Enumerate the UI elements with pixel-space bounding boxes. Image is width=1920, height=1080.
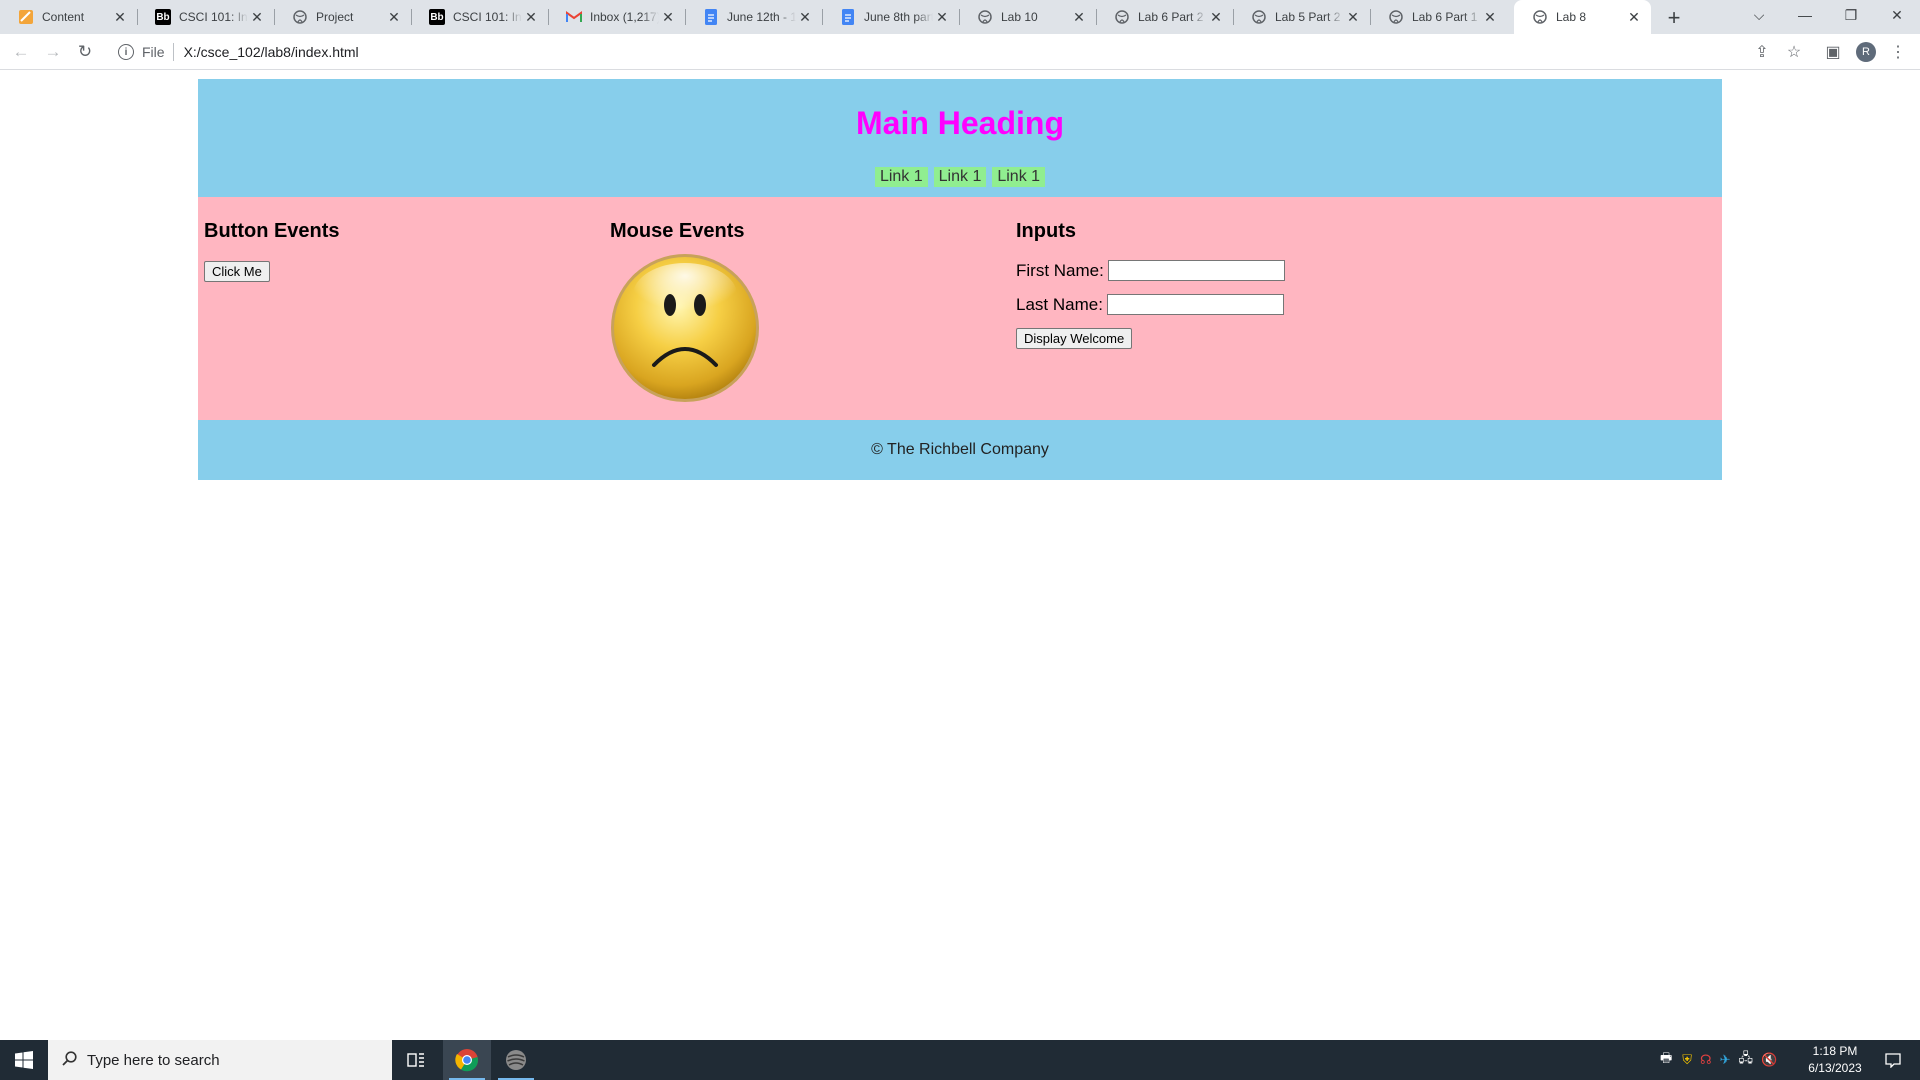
volume-muted-icon[interactable]: 🔇 <box>1761 1052 1777 1068</box>
shield-icon[interactable]: ⛨ <box>1682 1052 1692 1068</box>
new-tab-button[interactable]: + <box>1661 5 1687 31</box>
close-tab-icon[interactable]: ✕ <box>1625 8 1643 26</box>
taskbar-clock[interactable]: 1:18 PM 6/13/2023 <box>1800 1043 1870 1077</box>
address-bar[interactable]: i File X:/csce_102/lab8/index.html <box>108 37 1760 67</box>
system-tray: 🖶 ⛨ ☊ ✈ 🖧 🔇 <box>1660 1040 1785 1080</box>
close-tab-icon[interactable]: ✕ <box>659 8 677 26</box>
forward-button[interactable]: → <box>41 40 65 64</box>
nav-bar: Link 1 Link 1 Link 1 <box>874 167 1046 187</box>
content-icon <box>18 9 34 25</box>
globe-icon <box>1251 9 1267 25</box>
sad-face-icon[interactable] <box>610 253 760 408</box>
bookmark-star-icon[interactable]: ☆ <box>1782 40 1806 64</box>
info-icon[interactable]: i <box>118 44 134 60</box>
mouse-events-heading: Mouse Events <box>610 220 745 242</box>
page-container: Main Heading Link 1 Link 1 Link 1 Button… <box>198 79 1722 480</box>
close-tab-icon[interactable]: ✕ <box>385 8 403 26</box>
side-panel-icon[interactable]: ▣ <box>1821 40 1845 64</box>
globe-icon <box>1114 9 1130 25</box>
taskbar-search[interactable]: Type here to search <box>48 1040 392 1080</box>
button-events-heading: Button Events <box>204 220 340 242</box>
tab-search-icon[interactable]: ⌵ <box>1736 0 1782 30</box>
back-button[interactable]: ← <box>9 40 33 64</box>
profile-avatar[interactable]: R <box>1856 42 1876 62</box>
notifications-icon[interactable] <box>1870 1040 1916 1080</box>
globe-icon <box>1532 9 1548 25</box>
tab-june12[interactable]: June 12th - 12 ✕ <box>685 0 823 34</box>
tab-project[interactable]: Project ✕ <box>274 0 412 34</box>
first-name-label: First Name: <box>1016 260 1104 280</box>
docs-icon <box>703 9 719 25</box>
tab-lab10[interactable]: Lab 10 ✕ <box>959 0 1097 34</box>
close-tab-icon[interactable]: ✕ <box>933 8 951 26</box>
tab-content[interactable]: Content ✕ <box>0 0 138 34</box>
reload-button[interactable]: ↻ <box>73 40 97 64</box>
click-me-button[interactable]: Click Me <box>204 261 270 282</box>
browser-toolbar: ← → ↻ i File X:/csce_102/lab8/index.html… <box>0 34 1920 70</box>
mouse-events-section: Mouse Events <box>610 197 760 408</box>
main-heading: Main Heading <box>855 105 1064 141</box>
blackboard-icon: Bb <box>155 9 171 25</box>
close-tab-icon[interactable]: ✕ <box>796 8 814 26</box>
last-name-row: Last Name: <box>1016 294 1285 315</box>
tab-inbox[interactable]: Inbox (1,217) ✕ <box>548 0 686 34</box>
footer-text: © The Richbell Company <box>871 441 1049 458</box>
tab-june8[interactable]: June 8th part ✕ <box>822 0 960 34</box>
page-header: Main Heading Link 1 Link 1 Link 1 <box>198 79 1722 197</box>
search-icon <box>62 1050 77 1070</box>
close-tab-icon[interactable]: ✕ <box>248 8 266 26</box>
tab-lab6-part1[interactable]: Lab 6 Part 1 ✕ <box>1370 0 1507 34</box>
globe-icon <box>292 9 308 25</box>
nav-link-1[interactable]: Link 1 <box>874 167 928 187</box>
tab-csci101-2[interactable]: Bb CSCI 101: Intro ✕ <box>411 0 549 34</box>
printer-icon[interactable]: 🖶 <box>1660 1049 1672 1071</box>
url-text[interactable]: X:/csce_102/lab8/index.html <box>184 44 359 60</box>
blackboard-icon: Bb <box>429 9 445 25</box>
display-welcome-button[interactable]: Display Welcome <box>1016 328 1133 349</box>
globe-icon <box>977 9 993 25</box>
nav-link-2[interactable]: Link 1 <box>933 167 987 187</box>
minimize-button[interactable]: — <box>1782 0 1828 30</box>
tab-lab8[interactable]: Lab 8 ✕ <box>1514 0 1651 34</box>
telegram-icon[interactable]: ✈ <box>1720 1052 1731 1068</box>
first-name-input[interactable] <box>1107 260 1285 281</box>
menu-kebab-icon[interactable]: ⋮ <box>1886 40 1910 64</box>
globe-icon <box>1388 9 1404 25</box>
close-tab-icon[interactable]: ✕ <box>111 8 129 26</box>
button-events-section: Button Events Click Me <box>204 197 340 282</box>
last-name-input[interactable] <box>1106 294 1284 315</box>
first-name-row: First Name: <box>1016 260 1285 281</box>
tab-lab6-part2[interactable]: Lab 6 Part 2 ✕ <box>1096 0 1234 34</box>
gmail-icon <box>566 9 582 25</box>
network-icon[interactable]: 🖧 <box>1739 1049 1754 1071</box>
close-tab-icon[interactable]: ✕ <box>1481 8 1499 26</box>
docs-icon <box>840 9 856 25</box>
nav-link-3[interactable]: Link 1 <box>992 167 1046 187</box>
main-section: Button Events Click Me Mouse Events Inpu… <box>198 197 1722 420</box>
close-tab-icon[interactable]: ✕ <box>1344 8 1362 26</box>
tab-lab5-part2[interactable]: Lab 5 Part 2 ✕ <box>1233 0 1371 34</box>
close-tab-icon[interactable]: ✕ <box>1070 8 1088 26</box>
inputs-section: Inputs First Name: Last Name: Display We… <box>1016 197 1285 349</box>
close-tab-icon[interactable]: ✕ <box>522 8 540 26</box>
clock-date: 6/13/2023 <box>1808 1061 1862 1075</box>
task-view-icon[interactable] <box>392 1040 440 1080</box>
windows-start-icon[interactable] <box>0 1040 48 1080</box>
share-icon[interactable]: ⇪ <box>1750 40 1774 64</box>
chrome-taskbar-icon[interactable] <box>443 1040 491 1080</box>
close-window-button[interactable]: ✕ <box>1874 0 1920 30</box>
tab-strip: Content ✕ Bb CSCI 101: Intro ✕ Project ✕… <box>0 0 1920 34</box>
inputs-heading: Inputs <box>1016 220 1076 242</box>
close-tab-icon[interactable]: ✕ <box>1207 8 1225 26</box>
app-taskbar-icon[interactable] <box>492 1040 540 1080</box>
headphones-icon[interactable]: ☊ <box>1700 1052 1712 1068</box>
last-name-label: Last Name: <box>1016 294 1103 314</box>
clock-time: 1:18 PM <box>1812 1044 1858 1058</box>
windows-taskbar: Type here to search 🖶 ⛨ ☊ ✈ 🖧 🔇 1:18 PM … <box>0 1040 1920 1080</box>
page-footer: © The Richbell Company <box>198 420 1722 480</box>
search-placeholder: Type here to search <box>87 1051 220 1069</box>
tab-csci101-1[interactable]: Bb CSCI 101: Intro ✕ <box>137 0 275 34</box>
restore-button[interactable]: ❐ <box>1828 0 1874 30</box>
